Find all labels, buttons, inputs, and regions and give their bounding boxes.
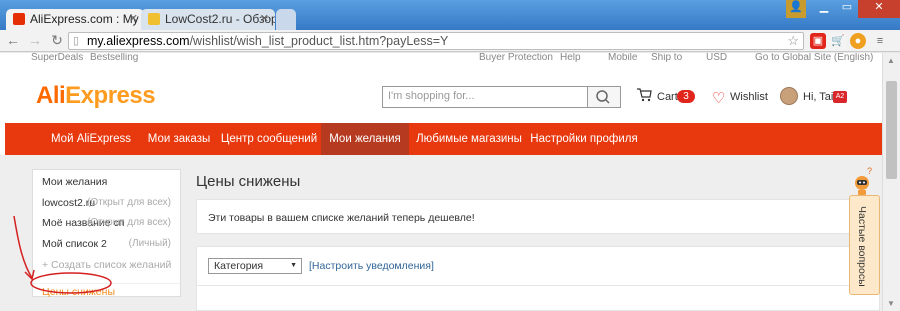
- user-icon[interactable]: 👤: [786, 0, 806, 18]
- search-icon: [596, 90, 610, 104]
- aliexpress-logo[interactable]: AliExpress: [36, 82, 156, 110]
- nav-profile-settings[interactable]: Настройки профиля: [529, 123, 639, 155]
- menu-icon[interactable]: ≡: [872, 33, 888, 49]
- extension-cart-icon[interactable]: 🛒: [830, 33, 846, 49]
- nav-favorite-stores[interactable]: Любимые магазины: [409, 123, 529, 155]
- faq-label: Частые вопросы: [856, 206, 868, 287]
- sidebar-note: (Открыт для всех): [87, 217, 171, 228]
- search-button[interactable]: [588, 86, 621, 108]
- faq-tab[interactable]: Частые вопросы: [849, 195, 880, 295]
- chevron-down-icon: ▼: [290, 262, 297, 269]
- main-nav: Мой AliExpress Мои заказы Центр сообщени…: [5, 123, 882, 155]
- page-scrollbar[interactable]: ▲ ▼: [882, 53, 900, 311]
- top-utility-nav: SuperDeals Bestselling Buyer Protection …: [0, 53, 882, 63]
- scrollbar-thumb[interactable]: [886, 81, 897, 179]
- robot-assistant-icon[interactable]: ?: [850, 166, 876, 196]
- sidebar-item-price-drops[interactable]: Цены снижены: [33, 283, 180, 298]
- wishlist-sidebar: Мои желания lowcost2.ru (Открыт для всех…: [32, 169, 181, 298]
- tab-aliexpress[interactable]: AliExpress.com : My a ✕: [6, 9, 144, 30]
- search-input[interactable]: I'm shopping for...: [382, 86, 588, 108]
- topnav-buyer-protection[interactable]: Buyer Protection: [479, 53, 553, 63]
- logo-express: Express: [65, 82, 156, 109]
- sidebar-title[interactable]: Мои желания: [42, 176, 107, 188]
- aliexpress-favicon-icon: [13, 13, 25, 25]
- close-icon[interactable]: ✕: [129, 12, 138, 25]
- forward-icon[interactable]: →: [27, 32, 43, 48]
- nav-messages[interactable]: Центр сообщений: [217, 123, 321, 155]
- lowcost-favicon-icon: [148, 13, 160, 25]
- tab-lowcost2[interactable]: LowCost2.ru - Обзор ✕: [141, 9, 275, 30]
- tab-title: LowCost2.ru - Обзор: [165, 12, 275, 26]
- topnav-ship-to[interactable]: Ship to: [651, 53, 682, 63]
- sidebar-item-label: Цены снижены: [42, 286, 115, 298]
- wishlist-link[interactable]: Wishlist: [730, 91, 768, 103]
- page-icon: ▯: [73, 35, 80, 47]
- webpage: SuperDeals Bestselling Buyer Protection …: [0, 53, 882, 311]
- cart-label[interactable]: Cart: [657, 91, 678, 103]
- cart-count-badge: 3: [677, 90, 695, 103]
- svg-text:?: ?: [867, 166, 872, 176]
- product-panel: Категория ▼ [Настроить уведомления]: [196, 246, 881, 311]
- nav-my-orders[interactable]: Мои заказы: [141, 123, 217, 155]
- scroll-down-icon[interactable]: ▼: [887, 299, 895, 308]
- new-tab-button[interactable]: [276, 9, 296, 30]
- create-wishlist-link[interactable]: + Создать список желаний: [42, 259, 171, 271]
- notification-settings-link[interactable]: [Настроить уведомления]: [309, 260, 434, 272]
- avatar[interactable]: [780, 87, 798, 105]
- category-select[interactable]: Категория ▼: [208, 258, 302, 274]
- topnav-superdeals[interactable]: SuperDeals: [31, 53, 83, 63]
- sidebar-item-list-2[interactable]: Мой список 2: [42, 238, 107, 250]
- topnav-bestselling[interactable]: Bestselling: [90, 53, 138, 63]
- star-icon[interactable]: ☆: [787, 33, 799, 49]
- nav-wishlist[interactable]: Мои желания: [321, 123, 409, 155]
- maximize-icon[interactable]: ▭: [836, 0, 858, 18]
- url-path: /wishlist/wish_list_product_list.htm?pay…: [189, 34, 449, 48]
- divider: [197, 285, 881, 286]
- extension-circle-icon[interactable]: ●: [850, 33, 866, 49]
- close-icon[interactable]: ✕: [260, 12, 269, 25]
- back-icon[interactable]: ←: [5, 32, 21, 48]
- sidebar-note: (Открыт для всех): [87, 197, 171, 208]
- topnav-mobile[interactable]: Mobile: [608, 53, 637, 63]
- page-title: Цены снижены: [196, 173, 301, 190]
- browser-toolbar: ← → ↻ ▯ my.aliexpress.com/wishlist/wish_…: [0, 30, 900, 52]
- address-bar[interactable]: ▯ my.aliexpress.com/wishlist/wish_list_p…: [68, 32, 804, 50]
- browser-tabbar: AliExpress.com : My a ✕ LowCost2.ru - Об…: [0, 0, 900, 30]
- scroll-up-icon[interactable]: ▲: [887, 56, 895, 65]
- topnav-currency[interactable]: USD: [706, 53, 727, 63]
- sidebar-note: (Личный): [128, 238, 171, 249]
- close-window-icon[interactable]: ✕: [858, 0, 900, 18]
- url-domain: my.aliexpress.com: [87, 34, 190, 48]
- logo-ali: Ali: [36, 82, 66, 109]
- nav-my-aliexpress[interactable]: Мой AliExpress: [41, 123, 141, 155]
- reload-icon[interactable]: ↻: [49, 32, 65, 48]
- topnav-help[interactable]: Help: [560, 53, 581, 63]
- price-drop-notice: Эти товары в вашем списке желаний теперь…: [196, 199, 880, 234]
- content-area: Мои желания lowcost2.ru (Открыт для всех…: [0, 155, 882, 311]
- heart-icon[interactable]: ♡: [712, 89, 725, 107]
- minimize-icon[interactable]: ▁: [812, 0, 836, 18]
- extension-red-icon[interactable]: ▣: [810, 33, 826, 49]
- category-select-value: Категория: [214, 260, 264, 272]
- topnav-global-site[interactable]: Go to Global Site (English): [755, 53, 873, 63]
- user-greeting[interactable]: Hi, Tai: [803, 91, 833, 103]
- cart-icon[interactable]: [636, 88, 652, 102]
- membership-badge: A2: [833, 91, 847, 103]
- tab-title: AliExpress.com : My a: [30, 12, 144, 26]
